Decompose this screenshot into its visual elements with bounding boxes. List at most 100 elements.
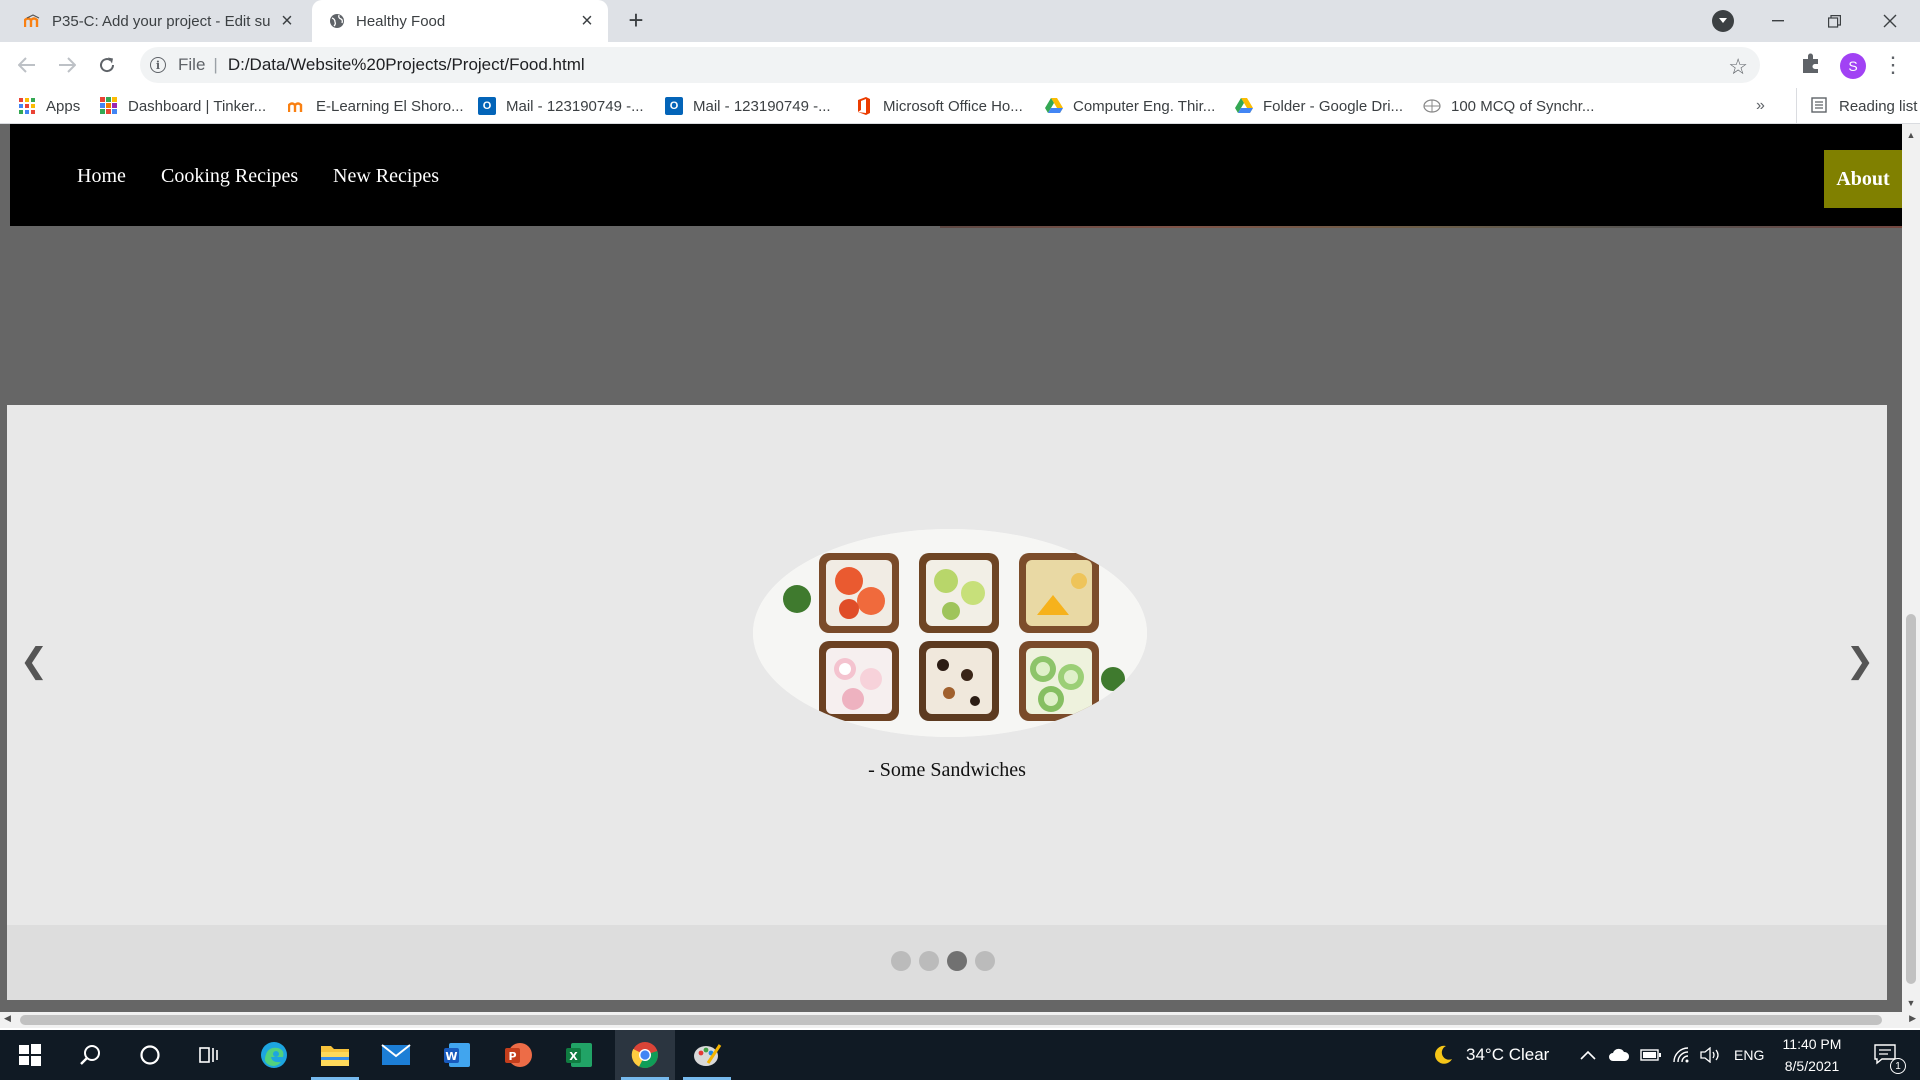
office-icon (855, 97, 873, 115)
scroll-left-arrow-icon[interactable]: ◀ (4, 1013, 11, 1024)
close-tab-icon[interactable]: × (574, 8, 600, 34)
slide-dot-2[interactable] (919, 951, 939, 971)
vertical-scrollbar[interactable]: ▲ ▼ (1902, 124, 1920, 1012)
bookmarks-overflow-button[interactable]: » (1756, 88, 1765, 124)
reload-icon[interactable] (90, 48, 124, 82)
bookmark-label: Computer Eng. Thir... (1073, 97, 1216, 115)
clock[interactable]: 11:40 PM 8/5/2021 (1772, 1030, 1852, 1080)
start-icon[interactable] (0, 1030, 60, 1080)
excel-icon[interactable]: X (549, 1030, 609, 1080)
weather-text: 34°C Clear (1466, 1045, 1550, 1064)
bookmark-drive-1[interactable]: Computer Eng. Thir... (1045, 88, 1215, 124)
restore-icon[interactable] (1806, 0, 1862, 42)
language-indicator[interactable]: ENG (1734, 1030, 1764, 1080)
scroll-thumb[interactable] (20, 1015, 1882, 1025)
tray-chevron-icon[interactable] (1580, 1030, 1596, 1080)
powerpoint-icon[interactable]: P (488, 1030, 548, 1080)
battery-icon[interactable] (1640, 1030, 1662, 1080)
prev-slide-button[interactable]: ❮ (19, 641, 49, 681)
file-explorer-icon[interactable] (305, 1030, 365, 1080)
minimize-icon[interactable] (1750, 0, 1806, 42)
reading-list-button[interactable]: Reading list (1796, 88, 1917, 124)
slide-dot-3[interactable] (947, 951, 967, 971)
bookmark-mail-2[interactable]: O Mail - 123190749 -... (665, 88, 831, 124)
svg-text:X: X (569, 1050, 578, 1063)
scroll-up-arrow-icon[interactable]: ▲ (1902, 130, 1920, 140)
tab-strip: P35-C: Add your project - Edit su × Heal… (0, 0, 1920, 42)
globe-icon (328, 12, 346, 30)
bookmark-mail-1[interactable]: O Mail - 123190749 -... (478, 88, 644, 124)
moodle-icon (24, 12, 42, 30)
profile-avatar[interactable]: S (1840, 53, 1866, 79)
next-slide-button[interactable]: ❯ (1845, 641, 1875, 681)
notifications-button[interactable]: 1 (1866, 1030, 1906, 1080)
volume-icon[interactable] (1700, 1030, 1722, 1080)
bookmarks-bar: Apps Dashboard | Tinker... E-Learning El… (0, 88, 1920, 124)
forward-arrow-icon[interactable] (50, 48, 84, 82)
bookmark-label: Mail - 123190749 -... (693, 97, 831, 115)
bookmark-tinkercad[interactable]: Dashboard | Tinker... (100, 88, 266, 124)
bookmark-label: Folder - Google Dri... (1263, 97, 1404, 115)
tab-title: Healthy Food (356, 12, 446, 30)
nav-about[interactable]: About (1824, 150, 1902, 208)
slideshow: ❮ ❯ - Some Sandwiches (7, 405, 1887, 925)
extensions-puzzle-icon[interactable] (1800, 52, 1824, 76)
close-window-icon[interactable] (1862, 0, 1918, 42)
tinkercad-icon (100, 97, 118, 115)
bookmark-apps[interactable]: Apps (18, 88, 80, 124)
bookmark-label: 100 MCQ of Synchr... (1451, 97, 1595, 115)
address-separator: | (213, 55, 218, 74)
sandwiches-image (753, 529, 1147, 737)
nav-home[interactable]: Home (77, 165, 126, 188)
tab-search-icon[interactable] (1712, 10, 1734, 32)
chrome-icon[interactable] (615, 1030, 675, 1080)
outlook-icon: O (478, 97, 496, 115)
browser-toolbar: i File | D:/Data/Website%20Projects/Proj… (0, 42, 1920, 88)
svg-text:W: W (445, 1050, 457, 1063)
address-bar[interactable]: i File | D:/Data/Website%20Projects/Proj… (140, 47, 1760, 83)
wifi-icon[interactable] (1672, 1030, 1692, 1080)
tab-healthy-food[interactable]: Healthy Food × (312, 0, 608, 42)
nav-cooking-recipes[interactable]: Cooking Recipes (161, 165, 298, 188)
bookmark-office[interactable]: Microsoft Office Ho... (855, 88, 1023, 124)
paint-icon[interactable] (677, 1030, 737, 1080)
weather-widget[interactable]: 34°C Clear (1432, 1030, 1549, 1080)
nav-new-recipes[interactable]: New Recipes (333, 165, 439, 188)
bookmark-elearning[interactable]: E-Learning El Shoro... (288, 88, 464, 124)
address-url[interactable]: D:/Data/Website%20Projects/Project/Food.… (228, 55, 585, 75)
close-tab-icon[interactable]: × (274, 8, 300, 34)
word-icon[interactable]: W (427, 1030, 487, 1080)
google-drive-icon (1045, 97, 1063, 115)
tab-moodle[interactable]: P35-C: Add your project - Edit su × (8, 0, 308, 42)
search-icon[interactable] (60, 1030, 120, 1080)
scroll-right-arrow-icon[interactable]: ▶ (1909, 1013, 1916, 1024)
scroll-down-arrow-icon[interactable]: ▼ (1902, 998, 1920, 1008)
chrome-menu-icon[interactable]: ⋮ (1882, 50, 1904, 80)
moodle-icon (288, 97, 306, 115)
horizontal-scrollbar[interactable]: ◀ ▶ (0, 1012, 1920, 1028)
slide-dot-4[interactable] (975, 951, 995, 971)
new-tab-button[interactable]: + (622, 7, 650, 35)
task-view-icon[interactable] (180, 1030, 240, 1080)
notification-count: 1 (1890, 1058, 1906, 1074)
edge-icon[interactable] (244, 1030, 304, 1080)
clock-time: 11:40 PM (1782, 1036, 1842, 1052)
address-scheme: File (178, 55, 206, 74)
bookmark-label: Dashboard | Tinker... (128, 97, 267, 115)
clock-date: 8/5/2021 (1784, 1058, 1840, 1074)
info-icon[interactable]: i (150, 57, 166, 73)
scroll-thumb[interactable] (1906, 614, 1916, 984)
bookmark-star-icon[interactable]: ☆ (1728, 54, 1748, 80)
bookmark-mcq[interactable]: 100 MCQ of Synchr... (1423, 88, 1594, 124)
bookmark-label: Mail - 123190749 -... (506, 97, 644, 115)
bookmark-drive-2[interactable]: Folder - Google Dri... (1235, 88, 1403, 124)
svg-text:P: P (508, 1050, 516, 1063)
slide-indicators (7, 925, 1887, 1000)
cortana-icon[interactable] (120, 1030, 180, 1080)
slide-dot-1[interactable] (891, 951, 911, 971)
mail-icon[interactable] (366, 1030, 426, 1080)
bookmark-label: Microsoft Office Ho... (883, 97, 1023, 115)
back-arrow-icon[interactable] (10, 48, 44, 82)
onedrive-icon[interactable] (1608, 1030, 1630, 1080)
google-drive-icon (1235, 97, 1253, 115)
